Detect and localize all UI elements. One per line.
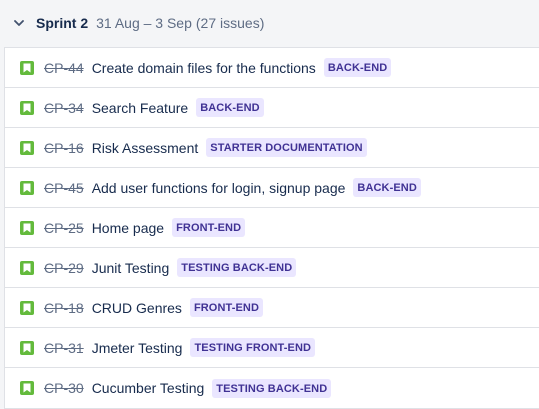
issue-summary: Junit Testing [91, 259, 170, 276]
issue-key[interactable]: CP-44 [44, 60, 84, 76]
issue-summary: Home page [91, 219, 165, 236]
issue-summary: Create domain files for the functions [91, 59, 316, 76]
story-icon [20, 381, 34, 395]
story-icon [20, 100, 34, 115]
issue-row[interactable]: CP-18 CRUD Genres FRONT-END [5, 288, 539, 328]
story-icon [20, 180, 34, 195]
sprint-header: Sprint 2 31 Aug – 3 Sep (27 issues) [0, 0, 539, 46]
epic-label[interactable]: FRONT-END [172, 218, 246, 237]
issue-summary: CRUD Genres [91, 299, 182, 316]
issue-row[interactable]: CP-31 Jmeter Testing TESTING FRONT-END [5, 328, 539, 368]
issue-key[interactable]: CP-45 [44, 180, 84, 196]
story-icon [20, 140, 34, 155]
epic-label[interactable]: BACK-END [323, 58, 392, 77]
epic-label[interactable]: BACK-END [353, 178, 421, 197]
issue-row[interactable]: CP-45 Add user functions for login, sign… [5, 168, 539, 208]
issue-row[interactable]: CP-29 Junit Testing TESTING BACK-END [5, 248, 539, 288]
epic-label[interactable]: TESTING BACK-END [177, 258, 297, 277]
issue-key[interactable]: CP-31 [44, 340, 84, 356]
epic-label[interactable]: STARTER DOCUMENTATION [206, 138, 367, 157]
issue-row[interactable]: CP-16 Risk Assessment STARTER DOCUMENTAT… [5, 128, 539, 168]
issue-key[interactable]: CP-34 [44, 100, 84, 116]
chevron-down-icon[interactable] [12, 16, 26, 30]
story-icon [20, 60, 34, 75]
issue-summary: Risk Assessment [91, 139, 199, 156]
issue-key[interactable]: CP-18 [44, 300, 84, 316]
issue-key[interactable]: CP-16 [44, 140, 84, 156]
epic-label[interactable]: TESTING BACK-END [212, 378, 332, 398]
sprint-name[interactable]: Sprint 2 [36, 15, 88, 31]
issue-key[interactable]: CP-29 [44, 260, 84, 276]
issue-summary: Search Feature [91, 99, 189, 116]
story-icon [20, 300, 34, 315]
issue-row[interactable]: CP-25 Home page FRONT-END [5, 208, 539, 248]
issue-summary: Jmeter Testing [91, 339, 183, 356]
issue-row[interactable]: CP-34 Search Feature BACK-END [5, 88, 539, 128]
issue-summary: Add user functions for login, signup pag… [91, 179, 346, 196]
issue-summary: Cucumber Testing [91, 380, 205, 396]
story-icon [20, 340, 34, 355]
story-icon [20, 220, 34, 235]
issue-key[interactable]: CP-30 [44, 380, 84, 396]
story-icon [20, 260, 34, 275]
epic-label[interactable]: BACK-END [196, 98, 264, 117]
sprint-issue-count: (27 issues) [195, 15, 265, 31]
issue-list: CP-44 Create domain files for the functi… [4, 47, 539, 409]
epic-label[interactable]: FRONT-END [189, 298, 264, 317]
issue-key[interactable]: CP-25 [44, 220, 84, 236]
epic-label[interactable]: TESTING FRONT-END [190, 338, 316, 357]
issue-row[interactable]: CP-44 Create domain files for the functi… [5, 48, 539, 88]
issue-row[interactable]: CP-30 Cucumber Testing TESTING BACK-END [5, 368, 539, 408]
sprint-dates: 31 Aug – 3 Sep [96, 15, 192, 31]
